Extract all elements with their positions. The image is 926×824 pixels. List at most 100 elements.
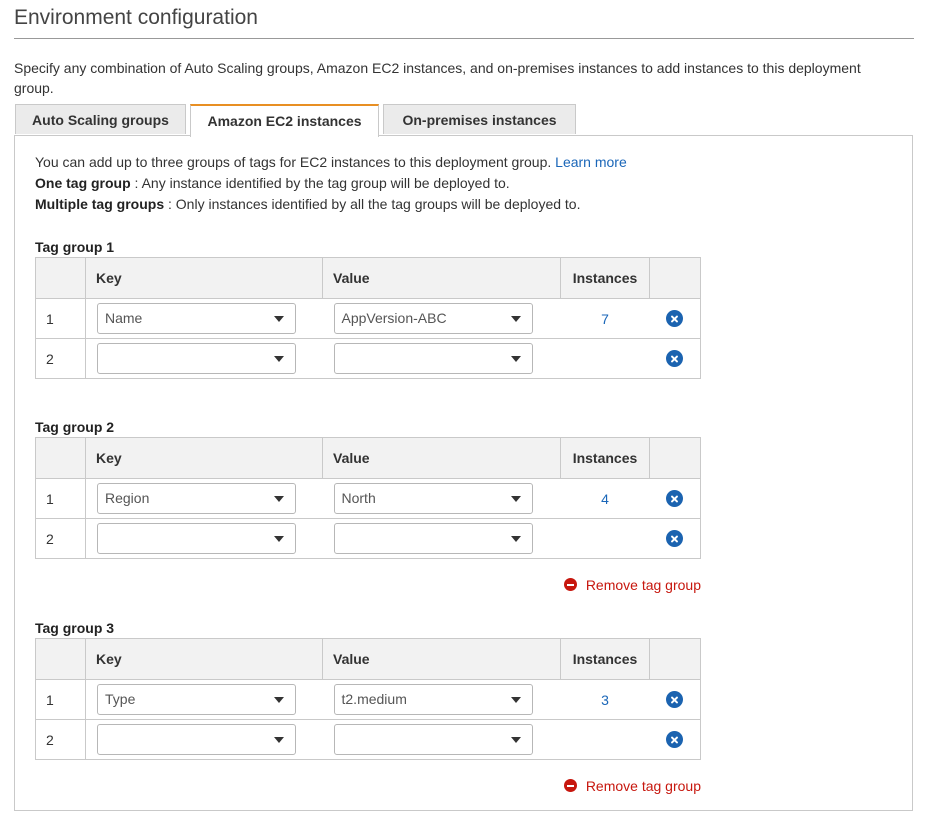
- row-number: 1: [35, 298, 86, 339]
- key-cell: [85, 518, 323, 559]
- key-select[interactable]: [97, 724, 296, 755]
- instances-cell: [560, 338, 650, 379]
- key-select-value: Name: [105, 310, 143, 326]
- tag-table-header-row: Key Value Instances: [35, 257, 701, 299]
- multiple-tag-groups-text: : Only instances identified by all the t…: [164, 196, 581, 212]
- instances-count-link[interactable]: 7: [601, 311, 609, 327]
- caret-down-icon: [274, 737, 284, 743]
- tab-amazon-ec2-instances[interactable]: Amazon EC2 instances: [190, 104, 379, 137]
- caret-down-icon: [510, 697, 521, 703]
- tag-row: 2: [35, 518, 701, 559]
- row-number-header: [35, 257, 86, 299]
- value-cell: [322, 719, 561, 760]
- instances-cell: [560, 719, 650, 760]
- value-cell: t2.medium: [322, 679, 561, 720]
- remove-tag-group-button[interactable]: Remove tag group: [563, 776, 701, 796]
- minus-circle-icon: [563, 779, 577, 792]
- key-select[interactable]: [97, 343, 296, 374]
- key-column-header: Key: [85, 638, 323, 680]
- row-number: 2: [35, 338, 86, 379]
- caret-down-icon: [274, 496, 284, 502]
- tag-group-1: Tag group 1 Key Value Instances 1 Name A…: [35, 237, 701, 379]
- row-number-header: [35, 437, 86, 479]
- remove-tag-group-label: Remove tag group: [585, 577, 701, 593]
- value-select-value: AppVersion-ABC: [341, 310, 447, 326]
- key-select[interactable]: Type: [97, 684, 296, 715]
- instances-count-link[interactable]: 3: [601, 692, 609, 708]
- caret-down-icon: [510, 316, 521, 322]
- caret-down-icon: [274, 536, 284, 542]
- tag-row: 1 Type t2.medium 3: [35, 679, 701, 720]
- tag-table: Key Value Instances 1 Region North 4 2: [35, 437, 701, 559]
- tag-row: 2: [35, 338, 701, 379]
- delete-cell: [649, 679, 701, 720]
- multiple-tag-groups-label: Multiple tag groups: [35, 196, 165, 212]
- actions-column-header: [649, 257, 701, 299]
- key-column-header: Key: [85, 437, 323, 479]
- instances-cell: 3: [560, 679, 650, 720]
- intro-text: You can add up to three groups of tags f…: [35, 152, 627, 215]
- value-column-header: Value: [322, 437, 561, 479]
- tab-auto-scaling-groups[interactable]: Auto Scaling groups: [15, 104, 186, 134]
- close-circle-icon[interactable]: [666, 731, 684, 749]
- one-tag-group-label: One tag group: [35, 175, 131, 191]
- close-circle-icon[interactable]: [666, 691, 684, 709]
- caret-down-icon: [510, 496, 521, 502]
- value-select[interactable]: North: [333, 483, 533, 514]
- caret-down-icon: [510, 737, 521, 743]
- delete-cell: [649, 338, 701, 379]
- value-select-value: t2.medium: [341, 691, 407, 707]
- value-select[interactable]: [333, 724, 533, 755]
- page-description: Specify any combination of Auto Scaling …: [14, 60, 861, 96]
- key-cell: Name: [85, 298, 323, 339]
- instances-cell: [560, 518, 650, 559]
- intro-line: You can add up to three groups of tags f…: [35, 154, 552, 170]
- value-select-value: North: [341, 490, 376, 506]
- row-number: 2: [35, 719, 86, 760]
- close-circle-icon[interactable]: [666, 530, 684, 548]
- key-select-value: Region: [105, 490, 150, 506]
- learn-more-link[interactable]: Learn more: [555, 154, 627, 170]
- one-tag-group-text: : Any instance identified by the tag gro…: [130, 175, 510, 191]
- value-select[interactable]: AppVersion-ABC: [333, 303, 533, 334]
- value-select[interactable]: [333, 523, 533, 554]
- tag-table-header-row: Key Value Instances: [35, 437, 701, 479]
- instances-cell: 4: [560, 478, 650, 519]
- key-cell: [85, 338, 323, 379]
- instances-column-header: Instances: [560, 638, 650, 680]
- value-select[interactable]: [333, 343, 533, 374]
- caret-down-icon: [510, 356, 521, 362]
- caret-down-icon: [274, 697, 284, 703]
- key-cell: Region: [85, 478, 323, 519]
- key-select[interactable]: Name: [97, 303, 296, 334]
- remove-tag-group-label: Remove tag group: [585, 778, 701, 794]
- close-circle-icon[interactable]: [666, 310, 684, 328]
- delete-cell: [649, 478, 701, 519]
- close-circle-icon[interactable]: [666, 490, 684, 508]
- key-select[interactable]: [97, 523, 296, 554]
- ec2-tab-panel: You can add up to three groups of tags f…: [14, 135, 913, 811]
- remove-tag-group-button[interactable]: Remove tag group: [563, 575, 701, 595]
- tag-table-header-row: Key Value Instances: [35, 638, 701, 680]
- title-divider: [14, 38, 914, 39]
- delete-cell: [649, 719, 701, 760]
- delete-cell: [649, 518, 701, 559]
- tag-table: Key Value Instances 1 Name AppVersion-AB…: [35, 257, 701, 379]
- key-cell: Type: [85, 679, 323, 720]
- close-circle-icon[interactable]: [666, 350, 684, 368]
- row-number: 1: [35, 478, 86, 519]
- actions-column-header: [649, 437, 701, 479]
- key-select[interactable]: Region: [97, 483, 296, 514]
- value-cell: [322, 338, 561, 379]
- tab-on-premises-instances[interactable]: On-premises instances: [383, 104, 576, 134]
- tag-row: 2: [35, 719, 701, 760]
- instances-count-link[interactable]: 4: [601, 491, 609, 507]
- row-number: 1: [35, 679, 86, 720]
- value-select[interactable]: t2.medium: [333, 684, 533, 715]
- tag-table: Key Value Instances 1 Type t2.medium 3 2: [35, 638, 701, 760]
- delete-cell: [649, 298, 701, 339]
- tag-group-label: Tag group 3: [35, 620, 115, 636]
- tag-group-label: Tag group 2: [35, 419, 115, 435]
- instances-cell: 7: [560, 298, 650, 339]
- instances-column-header: Instances: [560, 437, 650, 479]
